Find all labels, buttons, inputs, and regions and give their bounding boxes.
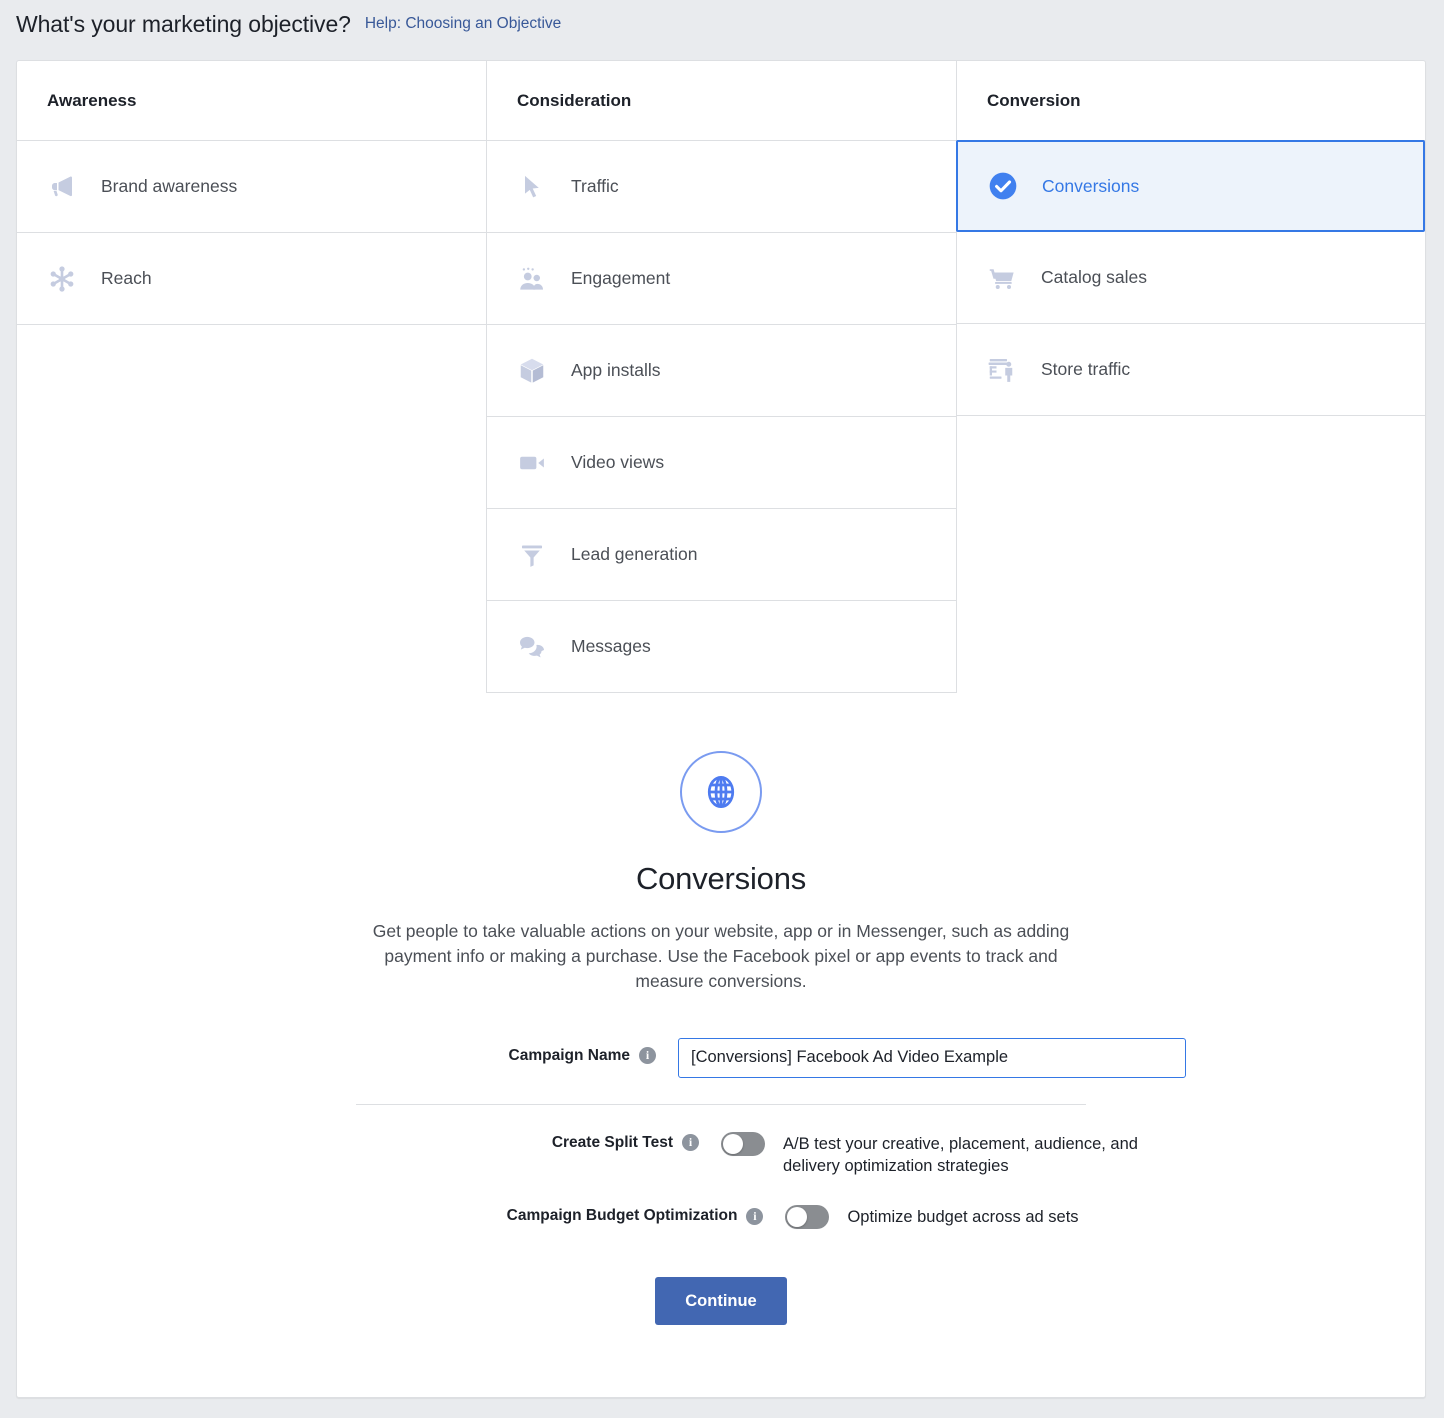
budget-optimization-label: Campaign Budget Optimization [506, 1207, 738, 1225]
objective-column-conversion: Conversion Conversions Catalog sales Sto… [956, 61, 1425, 693]
split-test-description: A/B test your creative, placement, audie… [783, 1134, 1138, 1176]
objective-column-awareness: Awareness Brand awareness Reach [17, 61, 487, 693]
objective-detail-description: Get people to take valuable actions on y… [372, 921, 1070, 991]
objective-tile-label: Messages [571, 636, 651, 656]
continue-button[interactable]: Continue [655, 1277, 787, 1326]
objective-column-consideration: Consideration Traffic Engagement App ins… [487, 61, 957, 693]
storefront-icon [985, 353, 1019, 387]
campaign-name-label-group: Campaign Name i [256, 1038, 656, 1065]
continue-button-wrap: Continue [17, 1277, 1425, 1326]
split-test-toggle[interactable] [721, 1131, 765, 1156]
objective-tile-reach[interactable]: Reach [17, 233, 486, 325]
globe-icon [680, 751, 762, 833]
objective-detail: Conversions Get people to take valuable … [17, 693, 1425, 994]
column-heading-awareness: Awareness [17, 61, 486, 141]
objective-tile-label: Lead generation [571, 544, 698, 564]
budget-optimization-row: Campaign Budget Optimization i Optimize … [17, 1202, 1425, 1230]
campaign-name-info-icon[interactable]: i [639, 1047, 656, 1065]
column-heading-consideration: Consideration [487, 61, 956, 141]
budget-optimization-label-group: Campaign Budget Optimization i [363, 1202, 764, 1225]
funnel-icon [515, 538, 549, 572]
campaign-name-row: Campaign Name i [17, 1037, 1425, 1078]
split-test-label-group: Create Split Test i [299, 1129, 699, 1152]
objective-tile-label: App installs [571, 360, 661, 380]
reach-icon [45, 262, 79, 296]
objective-tile-messages[interactable]: Messages [487, 601, 956, 693]
objective-tile-label: Conversions [1042, 175, 1140, 196]
objective-tile-catalog-sales[interactable]: Catalog sales [957, 232, 1425, 324]
people-icon [515, 262, 549, 296]
help-link[interactable]: Help: Choosing an Objective [365, 15, 561, 33]
objective-tile-traffic[interactable]: Traffic [487, 141, 956, 233]
megaphone-icon [45, 170, 79, 204]
column-heading-conversion: Conversion [957, 61, 1425, 141]
objective-tile-video-views[interactable]: Video views [487, 417, 956, 509]
objective-tile-label: Reach [101, 268, 152, 288]
objective-tile-label: Catalog sales [1041, 267, 1148, 287]
objective-tile-conversions[interactable]: Conversions [956, 140, 1425, 232]
cube-icon [515, 354, 549, 388]
objective-tile-label: Engagement [571, 268, 671, 288]
campaign-name-field-wrap [678, 1037, 1186, 1078]
ads-manager-objective-page: What's your marketing objective? Help: C… [0, 0, 1444, 1418]
objective-card: Awareness Brand awareness Reach Consider… [16, 60, 1426, 1398]
campaign-name-label: Campaign Name [508, 1046, 630, 1064]
objective-tile-brand-awareness[interactable]: Brand awareness [17, 141, 486, 233]
objective-tile-label: Store traffic [1041, 359, 1131, 379]
toggle-knob [723, 1133, 743, 1154]
check-circle-icon [986, 169, 1020, 203]
toggle-knob [787, 1207, 808, 1228]
speech-bubbles-icon [515, 630, 549, 664]
objective-tile-engagement[interactable]: Engagement [487, 233, 956, 325]
split-test-label: Create Split Test [551, 1133, 673, 1151]
campaign-name-input[interactable] [678, 1037, 1186, 1078]
cursor-icon [515, 170, 549, 204]
budget-optimization-description: Optimize budget across ad sets [847, 1208, 1079, 1227]
objective-tile-label: Brand awareness [101, 176, 238, 196]
budget-optimization-info-icon[interactable]: i [746, 1207, 764, 1225]
objective-tile-store-traffic[interactable]: Store traffic [957, 324, 1425, 416]
split-test-row: Create Split Test i A/B test your creati… [17, 1129, 1425, 1179]
objective-grid: Awareness Brand awareness Reach Consider… [17, 61, 1425, 693]
page-header: What's your marketing objective? Help: C… [16, 0, 561, 48]
objective-tile-app-installs[interactable]: App installs [487, 325, 956, 417]
objective-tile-lead-generation[interactable]: Lead generation [487, 509, 956, 601]
objective-tile-label: Video views [571, 452, 665, 472]
campaign-form: Campaign Name i Create Split Test i A/B … [17, 1037, 1425, 1326]
split-test-info-icon[interactable]: i [682, 1134, 699, 1152]
video-camera-icon [515, 446, 549, 480]
objective-tile-label: Traffic [571, 176, 619, 196]
budget-optimization-toggle[interactable] [785, 1205, 830, 1230]
form-divider [356, 1103, 1086, 1105]
objective-detail-title: Conversions [635, 861, 807, 896]
page-title: What's your marketing objective? [16, 10, 351, 37]
shopping-cart-icon [985, 261, 1019, 295]
